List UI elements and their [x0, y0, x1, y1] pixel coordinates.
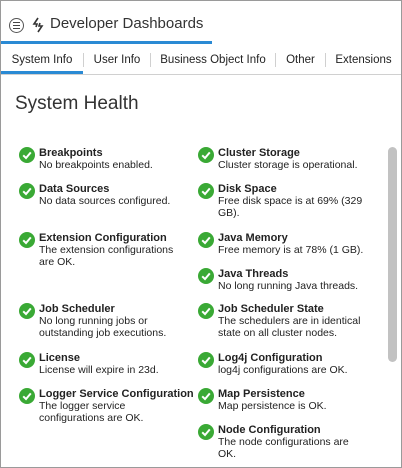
- health-item-description: Free memory is at 78% (1 GB).: [218, 244, 364, 256]
- tab-business-object-info[interactable]: Business Object Info: [151, 45, 275, 74]
- title-underline: [1, 41, 212, 44]
- health-item-name: Breakpoints: [39, 147, 103, 159]
- page-title: System Health: [15, 93, 139, 114]
- health-item-name: Job Scheduler: [39, 303, 115, 315]
- tab-user-info[interactable]: User Info: [84, 45, 150, 74]
- check-circle-icon: [19, 303, 35, 319]
- health-item-name: Map Persistence: [218, 388, 305, 400]
- health-item-name: Logger Service Configuration: [39, 388, 194, 400]
- check-circle-icon: [198, 424, 214, 440]
- health-item-name: Disk Space: [218, 183, 277, 195]
- app-title: Developer Dashboards: [50, 15, 204, 32]
- health-item-name: Cluster Storage: [218, 147, 300, 159]
- check-circle-icon: [19, 388, 35, 404]
- health-item-description: The logger service configurations are OK…: [39, 400, 144, 424]
- health-item-description: No breakpoints enabled.: [39, 159, 153, 171]
- tab-extensions[interactable]: Extensions: [326, 45, 401, 74]
- check-circle-icon: [19, 183, 35, 199]
- health-item-description: No long running jobs or outstanding job …: [39, 315, 167, 339]
- health-item-description: The schedulers are in identical state on…: [218, 315, 361, 339]
- menu-icon[interactable]: [9, 18, 24, 33]
- health-item-description: License will expire in 23d.: [39, 364, 159, 376]
- check-circle-icon: [19, 147, 35, 163]
- tab-system-info[interactable]: System Info: [1, 45, 83, 74]
- health-item-name: License: [39, 352, 80, 364]
- check-circle-icon: [198, 303, 214, 319]
- title-bar: Developer Dashboards: [1, 1, 401, 45]
- dashboard-app-icon: [32, 17, 44, 33]
- health-item-name: Job Scheduler State: [218, 303, 324, 315]
- health-item-name: Java Threads: [218, 268, 289, 280]
- check-circle-icon: [198, 268, 214, 284]
- dashboard-window: Developer Dashboards System Info User In…: [0, 0, 402, 468]
- check-circle-icon: [198, 352, 214, 368]
- health-item-description: The node configurations are OK.: [218, 436, 349, 460]
- check-circle-icon: [198, 147, 214, 163]
- tab-bar: System Info User Info Business Object In…: [1, 45, 401, 75]
- check-circle-icon: [19, 352, 35, 368]
- check-circle-icon: [198, 232, 214, 248]
- health-item-description: log4j configurations are OK.: [218, 364, 348, 376]
- health-item-description: Cluster storage is operational.: [218, 159, 358, 171]
- check-circle-icon: [198, 388, 214, 404]
- health-item-name: Node Configuration: [218, 424, 321, 436]
- health-item-description: No long running Java threads.: [218, 280, 359, 292]
- health-item-name: Log4j Configuration: [218, 352, 323, 364]
- health-item-name: Java Memory: [218, 232, 288, 244]
- health-item-description: The extension configurations are OK.: [39, 244, 174, 268]
- system-health-panel: System Health Breakpoints No breakpoints…: [1, 75, 401, 467]
- health-item-description: Free disk space is at 69% (329 GB).: [218, 195, 363, 219]
- health-item-name: Extension Configuration: [39, 232, 167, 244]
- vertical-scrollbar[interactable]: [388, 147, 397, 362]
- health-item-description: No data sources configured.: [39, 195, 171, 207]
- check-circle-icon: [198, 183, 214, 199]
- check-circle-icon: [19, 232, 35, 248]
- health-item-name: Data Sources: [39, 183, 110, 195]
- health-item-description: Map persistence is OK.: [218, 400, 327, 412]
- tab-other[interactable]: Other: [276, 45, 325, 74]
